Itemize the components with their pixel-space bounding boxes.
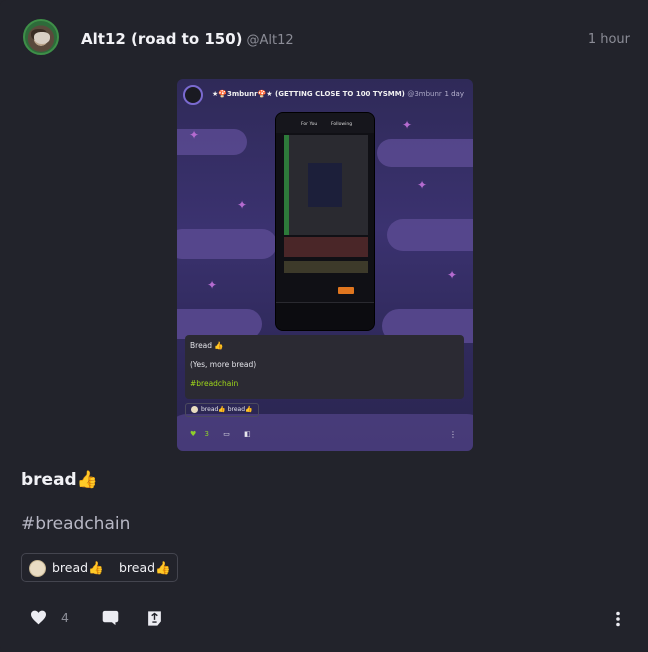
embed-line-2: (Yes, more bread)	[190, 360, 257, 369]
phone-post-red	[284, 237, 368, 257]
embed-display-name: ★🍄3mbunr🍄★ (GETTING CLOSE TO 100 TYSMM)	[212, 90, 405, 98]
post-hashtag[interactable]: #breadchain	[21, 514, 130, 534]
embed-like-count: 3	[204, 430, 209, 438]
embed-line-1: Bread 👍	[190, 341, 224, 350]
embed-post-text: Bread 👍 (Yes, more bread) #breadchain	[185, 335, 464, 399]
embed-repost-icon: ◧	[244, 430, 251, 438]
reply-icon	[102, 610, 119, 626]
embed-header: ★🍄3mbunr🍄★ (GETTING CLOSE TO 100 TYSMM) …	[177, 79, 473, 109]
phone-status-bar: For You Following	[276, 113, 374, 133]
like-button[interactable]: 4	[30, 610, 69, 625]
post-body: bread👍	[21, 470, 98, 490]
embed-handle: @3mbunr	[407, 90, 442, 98]
post-image[interactable]: ✦ ✦ ✦ ✦ ✦ ✦ ✦ ✦ ★🍄3mbunr🍄★ (GETTING CLOS…	[177, 79, 473, 451]
post-timestamp[interactable]: 1 hour	[588, 32, 630, 47]
repost-button[interactable]	[146, 610, 163, 627]
reactions-bar: bread👍 bread👍	[21, 553, 178, 582]
embed-heart-icon: ♥	[190, 430, 197, 438]
embed-line-3: #breadchain	[190, 379, 239, 388]
embed-timestamp: 1 day	[444, 90, 464, 98]
embed-actions: ♥ 3 ▭ ◧	[190, 430, 251, 438]
reaction-avatar	[29, 559, 46, 577]
embed-reaction-avatar	[191, 406, 198, 413]
reaction-label-2: bread👍	[119, 560, 171, 575]
post-actions: 4	[0, 600, 648, 640]
phone-tab-for-you: For You	[301, 122, 318, 127]
embed-phone-screenshot: For You Following	[275, 112, 375, 331]
more-icon	[615, 611, 621, 627]
reaction-label-1: bread👍	[52, 560, 104, 575]
phone-post-green	[284, 261, 368, 273]
more-options-button[interactable]	[615, 611, 621, 627]
post-card: Alt12 (road to 150) @Alt12 1 hour ✦ ✦ ✦ ✦…	[0, 0, 648, 652]
author-display-name[interactable]: Alt12 (road to 150)	[81, 30, 243, 48]
author-avatar[interactable]	[23, 19, 59, 55]
author-handle[interactable]: @Alt12	[247, 33, 294, 48]
embed-reply-icon: ▭	[223, 430, 230, 438]
like-count: 4	[61, 610, 69, 625]
embed-reactions: bread👍 bread👍	[185, 403, 259, 417]
embed-more-icon: ⋮	[449, 430, 457, 439]
embed-reactions-label: bread👍 bread👍	[201, 406, 253, 413]
reply-button[interactable]	[102, 610, 119, 626]
phone-post-image	[308, 163, 342, 207]
phone-follow-button	[338, 287, 354, 294]
phone-tab-following: Following	[331, 122, 353, 127]
author-name[interactable]: Alt12 (road to 150) @Alt12	[81, 30, 294, 48]
embed-author-name: ★🍄3mbunr🍄★ (GETTING CLOSE TO 100 TYSMM) …	[212, 90, 442, 98]
repost-icon	[146, 610, 163, 627]
heart-icon	[30, 610, 47, 625]
reaction-chip-2[interactable]: bread👍	[119, 559, 171, 577]
phone-nav-bar	[276, 302, 374, 330]
reaction-chip-1[interactable]: bread👍	[29, 559, 104, 577]
embed-author-avatar	[183, 85, 203, 105]
